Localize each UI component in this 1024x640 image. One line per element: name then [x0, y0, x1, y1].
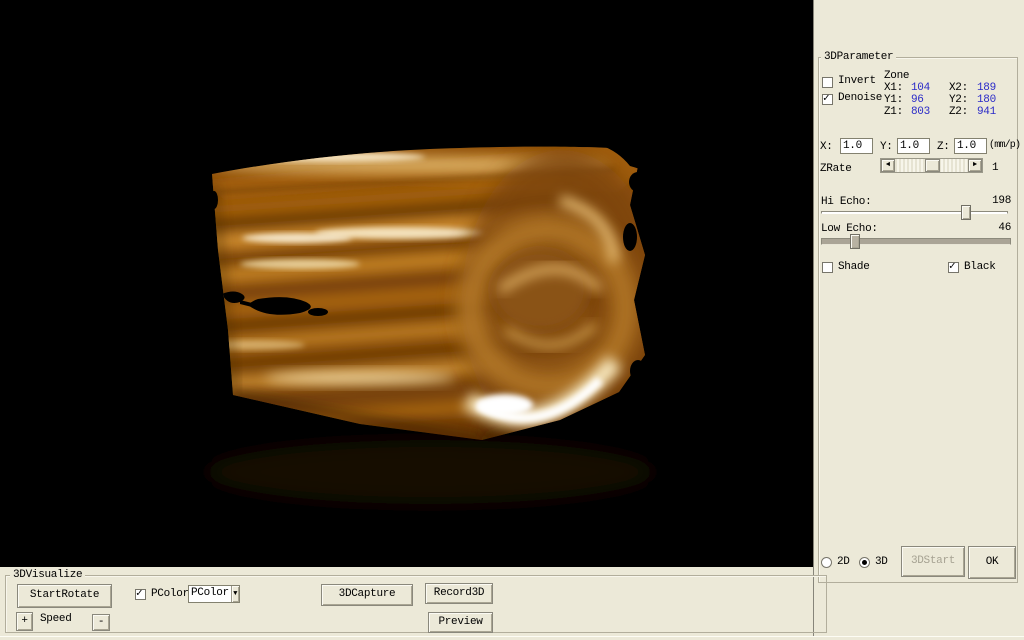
speed-label: Speed	[40, 613, 72, 626]
pcolor-dropdown-arrow-icon[interactable]: ▼	[231, 586, 239, 602]
application-window: 3DParameter Invert Denoise Zone X1: 104 …	[0, 0, 1024, 640]
start3d-button[interactable]: 3DStart	[901, 546, 965, 577]
speed-plus-button[interactable]: +	[16, 612, 33, 631]
hi-echo-slider[interactable]	[821, 205, 1008, 220]
zone-z1-label: Z1:	[884, 106, 903, 119]
zrate-scrollbar[interactable]: ◄ ►	[880, 158, 983, 173]
mode-3d-label: 3D	[875, 556, 888, 569]
zrate-thumb[interactable]	[925, 159, 940, 172]
bottom-edge	[0, 636, 1024, 640]
denoise-checkbox[interactable]	[822, 94, 833, 105]
hi-echo-groove	[821, 211, 1008, 214]
zrate-left-arrow[interactable]: ◄	[881, 159, 895, 172]
zrate-value: 1	[992, 162, 998, 175]
pcolor-label: PColor	[151, 588, 189, 601]
low-echo-slider[interactable]	[821, 234, 1011, 249]
speed-minus-button[interactable]: -	[92, 614, 110, 631]
black-label: Black	[964, 261, 996, 274]
mode-2d-label: 2D	[837, 556, 850, 569]
parameter-groupbox	[818, 57, 1018, 583]
x-scale-label: X:	[820, 141, 833, 154]
pcolor-dropdown-value: PColor	[189, 587, 231, 600]
pcolor-checkbox[interactable]	[135, 589, 146, 600]
record3d-button[interactable]: Record3D	[425, 583, 493, 604]
shade-checkbox[interactable]	[822, 262, 833, 273]
x-scale-input[interactable]	[840, 138, 873, 154]
visualize-groupbox-title: 3DVisualize	[10, 569, 85, 582]
zone-z1-value: 803	[911, 106, 930, 119]
zrate-label: ZRate	[820, 163, 852, 176]
z-scale-label: Z:	[937, 141, 950, 154]
zrate-right-arrow[interactable]: ►	[968, 159, 982, 172]
y-scale-input[interactable]	[897, 138, 930, 154]
start-rotate-button[interactable]: StartRotate	[17, 584, 112, 608]
mode-2d-radio[interactable]	[821, 557, 832, 568]
capture3d-button[interactable]: 3DCapture	[321, 584, 413, 606]
low-echo-thumb[interactable]	[850, 234, 860, 249]
hi-echo-thumb[interactable]	[961, 205, 971, 220]
shade-label: Shade	[838, 261, 870, 274]
denoise-label: Denoise	[838, 92, 882, 105]
zone-z2-value: 941	[977, 106, 996, 119]
preview-button[interactable]: Preview	[428, 612, 493, 633]
invert-label: Invert	[838, 75, 876, 88]
parameter-groupbox-title: 3DParameter	[821, 51, 896, 64]
3d-volume-render	[0, 0, 813, 567]
3d-viewport[interactable]	[0, 0, 813, 567]
z-scale-input[interactable]	[954, 138, 987, 154]
zone-z2-label: Z2:	[949, 106, 968, 119]
scale-unit-label: (mm/p)	[989, 140, 1020, 152]
mode-3d-radio[interactable]	[859, 557, 870, 568]
visualize-groupbox	[5, 575, 827, 633]
invert-checkbox[interactable]	[822, 77, 833, 88]
pcolor-dropdown[interactable]: PColor ▼	[188, 585, 240, 603]
ok-button[interactable]: OK	[968, 546, 1016, 579]
black-checkbox[interactable]	[948, 262, 959, 273]
y-scale-label: Y:	[880, 141, 893, 154]
